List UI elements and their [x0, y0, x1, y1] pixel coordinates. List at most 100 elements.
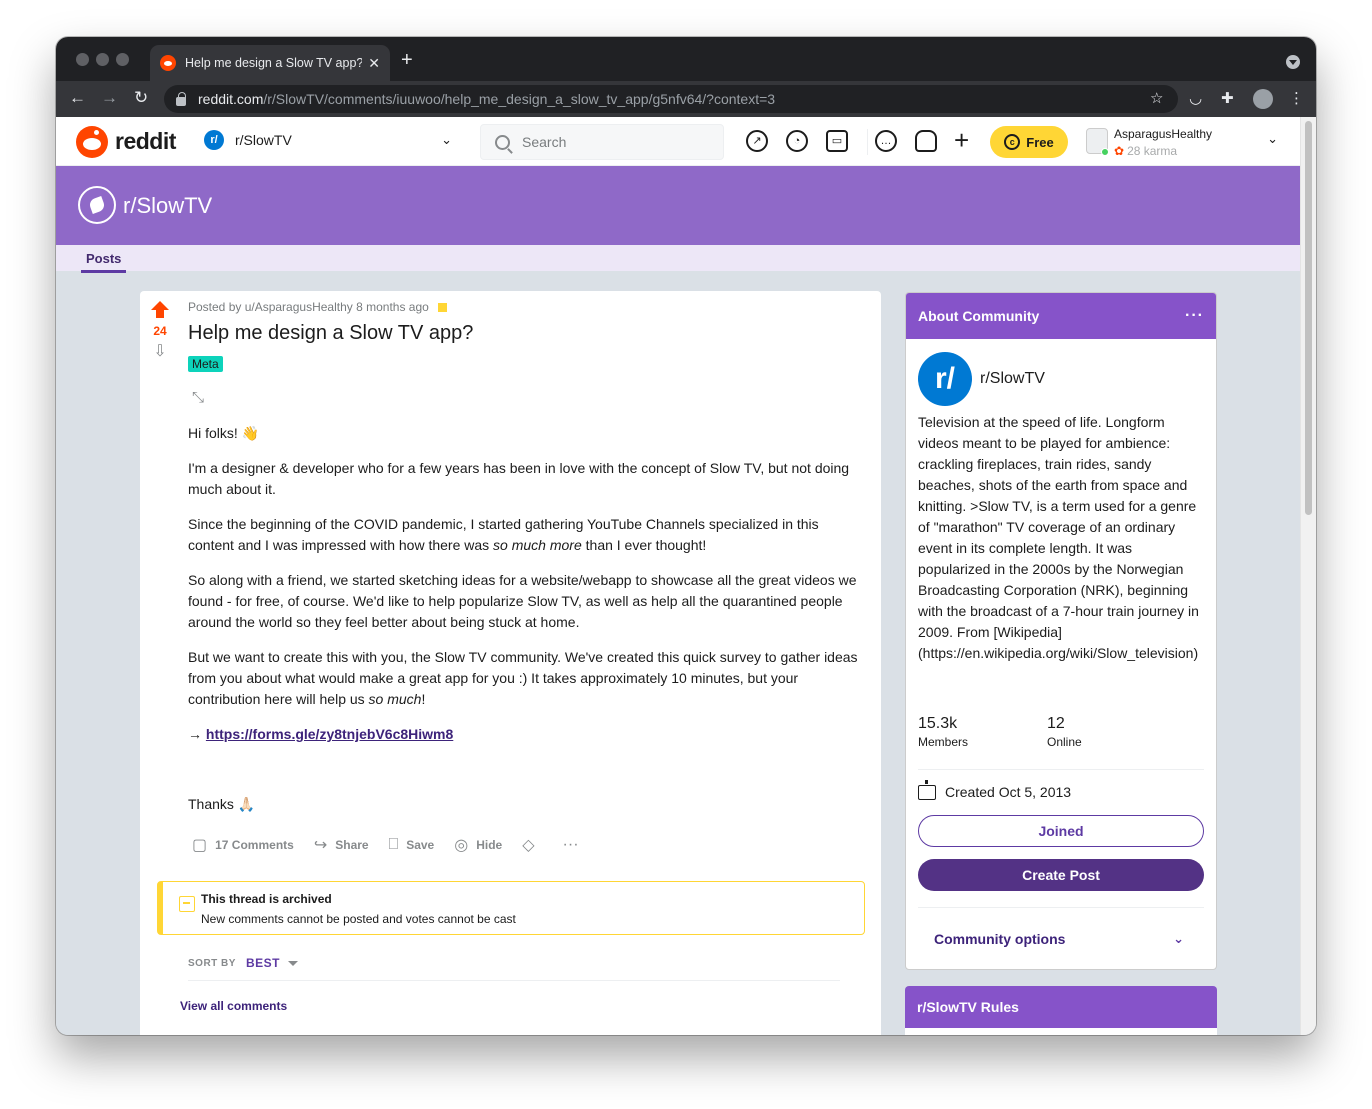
- pocket-icon[interactable]: ◡: [1189, 89, 1202, 109]
- vote-score: 24: [153, 324, 167, 338]
- view-all-comments-link[interactable]: View all comments: [180, 999, 287, 1013]
- joined-button[interactable]: Joined: [918, 815, 1204, 847]
- community-options-label: Community options: [934, 931, 1066, 947]
- post-title[interactable]: Help me design a Slow TV app?: [188, 322, 473, 345]
- profile-avatar-icon[interactable]: [1253, 89, 1273, 109]
- karma-count: ✿ 28 karma: [1114, 144, 1178, 158]
- scrollbar-thumb[interactable]: [1305, 121, 1312, 515]
- karma-icon: ✿: [1114, 144, 1125, 158]
- chevron-down-icon: ⌄: [1267, 131, 1278, 146]
- share-button[interactable]: ↪ Share: [314, 835, 369, 855]
- page-viewport: reddit r/ r/SlowTV ⌄ Search ↗ ◔ ▭ … + c …: [56, 117, 1316, 1035]
- community-identity: r/ r/SlowTV: [918, 352, 1045, 406]
- rules-body: [905, 1028, 1217, 1035]
- about-title: About Community: [918, 308, 1040, 324]
- body-paragraph: So along with a friend, we started sketc…: [188, 572, 857, 630]
- downvote-arrow-icon[interactable]: ⇩: [151, 344, 169, 362]
- community-name[interactable]: r/SlowTV: [980, 370, 1045, 388]
- address-bar[interactable]: reddit.com/r/SlowTV/comments/iuuwoo/help…: [164, 85, 1178, 113]
- username: AsparagusHealthy: [1114, 127, 1213, 141]
- post-actions: ▢ 17 Comments ↪ Share ⎕ Save ◎ Hide ◇ ···: [192, 835, 607, 855]
- survey-link[interactable]: https://forms.gle/zy8tnjebV6c8Hiwm8: [206, 726, 453, 742]
- chat-icon[interactable]: …: [875, 130, 897, 152]
- user-menu[interactable]: AsparagusHealthy ✿ 28 karma ⌄: [1086, 125, 1286, 159]
- browser-tab[interactable]: Help me design a Slow TV app? ✕: [150, 45, 390, 81]
- comments-button[interactable]: ▢ 17 Comments: [192, 835, 294, 855]
- post-author-line: Posted by u/AsparagusHealthy 8 months ag…: [188, 300, 429, 314]
- bookmark-star-icon[interactable]: ☆: [1150, 89, 1163, 109]
- maximize-window-button[interactable]: [116, 53, 129, 66]
- reddit-wordmark[interactable]: reddit: [115, 128, 176, 155]
- tab-strip: Help me design a Slow TV app? ✕ +: [56, 37, 1316, 81]
- lock-icon: [176, 91, 186, 106]
- caret-down-icon: [287, 960, 298, 966]
- bookmark-icon: ⎕: [388, 836, 399, 853]
- archived-icon: [437, 302, 447, 312]
- rules-title: r/SlowTV Rules: [917, 999, 1019, 1015]
- browser-window: Help me design a Slow TV app? ✕ + ← → ↻ …: [56, 37, 1316, 1035]
- community-avatar-icon: r/: [918, 352, 972, 406]
- tag-icon: ◇: [522, 837, 535, 854]
- reddit-logo-icon[interactable]: [76, 126, 108, 158]
- sort-control[interactable]: SORT BY BEST: [188, 956, 298, 970]
- community-banner: r/SlowTV: [56, 166, 1300, 245]
- minimize-window-button[interactable]: [96, 53, 109, 66]
- close-tab-icon[interactable]: ✕: [368, 55, 380, 72]
- community-icon: r/: [204, 130, 224, 150]
- scrollbar[interactable]: [1300, 117, 1316, 1035]
- search-input[interactable]: Search: [480, 124, 724, 160]
- more-dots-icon[interactable]: ···: [1185, 307, 1204, 325]
- community-selector[interactable]: r/ r/SlowTV ⌄: [204, 130, 452, 150]
- divider: [918, 769, 1204, 770]
- share-icon: ↪: [313, 837, 328, 854]
- premium-button[interactable]: c Free: [990, 126, 1068, 158]
- vote-column: 24 ⇩: [150, 301, 170, 362]
- browser-toolbar: ← → ↻ reddit.com/r/SlowTV/comments/iuuwo…: [56, 81, 1316, 117]
- collapse-arrows-icon[interactable]: ⤡: [192, 389, 204, 406]
- video-icon[interactable]: ▭: [826, 130, 848, 152]
- hide-button[interactable]: ◎ Hide: [454, 835, 502, 855]
- premium-label: Free: [1026, 134, 1054, 150]
- extensions-icon[interactable]: ✚: [1221, 89, 1234, 109]
- reload-icon[interactable]: ↻: [134, 88, 148, 108]
- url-text: reddit.com/r/SlowTV/comments/iuuwoo/help…: [198, 91, 776, 107]
- forward-arrow-icon[interactable]: →: [101, 88, 118, 108]
- tab-title: Help me design a Slow TV app?: [185, 56, 363, 70]
- save-button[interactable]: ⎕ Save: [389, 836, 435, 854]
- community-nav: Posts: [56, 245, 1300, 273]
- archived-notice: This thread is archived New comments can…: [157, 881, 865, 935]
- create-post-plus-icon[interactable]: +: [954, 125, 969, 155]
- community-options-toggle[interactable]: Community options ⌄: [934, 931, 1184, 947]
- archived-subtitle: New comments cannot be posted and votes …: [201, 912, 516, 926]
- stats-icon[interactable]: ◔: [786, 130, 808, 152]
- divider: [188, 980, 840, 981]
- bell-icon[interactable]: [915, 130, 937, 152]
- coin-icon: c: [1004, 134, 1021, 150]
- more-options-button[interactable]: ···: [563, 836, 587, 854]
- body-paragraph: Hi folks! 👋: [188, 425, 260, 441]
- sort-value: BEST: [245, 956, 280, 970]
- post-flair[interactable]: Meta: [188, 356, 223, 372]
- post-card: 24 ⇩ Posted by u/AsparagusHealthy 8 mont…: [140, 291, 881, 1035]
- body-paragraph: → https://forms.gle/zy8tnjebV6c8Hiwm8: [188, 726, 454, 742]
- close-window-button[interactable]: [76, 53, 89, 66]
- tab-posts[interactable]: Posts: [81, 251, 127, 273]
- create-post-button[interactable]: Create Post: [918, 859, 1204, 891]
- body-paragraph: I'm a designer & developer who for a few…: [188, 460, 850, 497]
- community-selector-label: r/SlowTV: [235, 132, 292, 148]
- body-paragraph: Thanks 🙏🏻: [188, 796, 256, 812]
- upvote-arrow-icon[interactable]: [150, 301, 170, 318]
- back-arrow-icon[interactable]: ←: [69, 88, 86, 108]
- chrome-menu-icon[interactable]: ⋮: [1289, 89, 1304, 109]
- popular-icon[interactable]: ↗: [746, 130, 768, 152]
- online-value: 12: [1047, 715, 1065, 732]
- community-banner-name[interactable]: r/SlowTV: [123, 193, 212, 219]
- created-date: Created Oct 5, 2013: [918, 779, 1071, 800]
- tab-search-button[interactable]: [1286, 55, 1300, 69]
- tag-button[interactable]: ◇: [522, 835, 542, 855]
- more-dots-icon: ···: [562, 836, 579, 853]
- members-stat: 15.3k Members: [918, 715, 968, 749]
- about-header: About Community ···: [906, 293, 1216, 339]
- new-tab-button[interactable]: +: [401, 50, 413, 70]
- online-label: Online: [1047, 735, 1082, 749]
